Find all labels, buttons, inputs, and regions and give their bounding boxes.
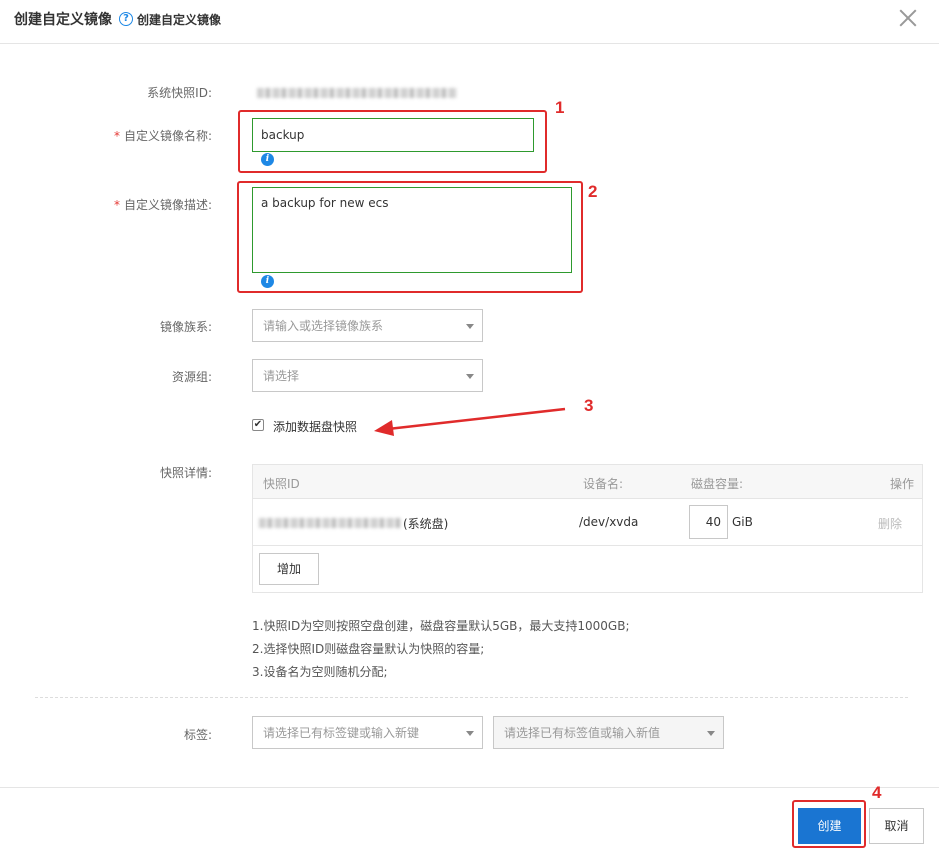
snapshot-id-label: 系统快照ID:: [147, 86, 212, 100]
image-family-placeholder: 请输入或选择镜像族系: [263, 319, 384, 333]
add-data-disk-checkbox[interactable]: ✔: [252, 419, 264, 431]
image-name-label: * 自定义镜像名称:: [114, 127, 212, 144]
tag-key-select[interactable]: 请选择已有标签键或输入新键: [252, 716, 483, 749]
annotation-number-3: 3: [584, 396, 594, 415]
tag-value-select[interactable]: 请选择已有标签值或输入新值: [493, 716, 724, 749]
annotation-box-4: [792, 800, 866, 848]
chevron-down-icon: [466, 323, 474, 329]
snapshot-id-value-redacted: [257, 88, 457, 98]
table-header: 快照ID 设备名: 磁盘容量: 操作: [253, 465, 922, 499]
chevron-down-icon: [466, 730, 474, 736]
column-actions: 操作: [889, 477, 914, 491]
dialog-header: 创建自定义镜像 ? 创建自定义镜像: [0, 0, 939, 44]
resource-group-label: 资源组:: [171, 370, 212, 384]
table-row: (系统盘) /dev/xvda 40 GiB 删除: [253, 500, 922, 546]
snapshot-details-table: 快照ID 设备名: 磁盘容量: 操作 (系统盘) /dev/xvda 40 Gi…: [252, 464, 923, 593]
resource-group-select[interactable]: 请选择: [252, 359, 483, 392]
annotation-box-1: [238, 110, 547, 173]
image-description-label: * 自定义镜像描述:: [114, 196, 212, 213]
column-snapshot-id: 快照ID: [263, 477, 300, 491]
tag-key-placeholder: 请选择已有标签键或输入新键: [263, 726, 420, 740]
image-description-label-text: 自定义镜像描述:: [123, 198, 212, 212]
annotation-number-4: 4: [872, 783, 882, 802]
snapshot-notes: 1.快照ID为空则按照空盘创建，磁盘容量默认5GB，最大支持1000GB; 2.…: [252, 615, 630, 684]
chevron-down-icon: [466, 373, 474, 379]
cancel-button[interactable]: 取消: [869, 808, 924, 844]
annotation-number-1: 1: [555, 98, 565, 117]
help-icon[interactable]: ?: [119, 12, 133, 26]
note-line: 1.快照ID为空则按照空盘创建，磁盘容量默认5GB，最大支持1000GB;: [252, 619, 630, 633]
snapshot-id-redacted: [259, 518, 401, 528]
image-name-label-text: 自定义镜像名称:: [123, 129, 212, 143]
column-device-name: 设备名:: [583, 477, 624, 491]
tags-label: 标签:: [183, 728, 212, 742]
required-mark: *: [113, 198, 120, 212]
device-name-value: /dev/xvda: [579, 515, 639, 529]
column-disk-size: 磁盘容量:: [691, 477, 744, 491]
help-link[interactable]: 创建自定义镜像: [137, 11, 221, 28]
section-divider: [35, 697, 908, 698]
chevron-down-icon: [707, 730, 715, 736]
note-line: 2.选择快照ID则磁盘容量默认为快照的容量;: [252, 642, 485, 656]
annotation-number-2: 2: [588, 182, 598, 201]
add-snapshot-button[interactable]: 增加: [259, 553, 319, 585]
annotation-arrow-3: [374, 407, 566, 436]
annotation-box-2: [237, 181, 583, 293]
tag-value-placeholder: 请选择已有标签值或输入新值: [504, 726, 661, 740]
note-line: 3.设备名为空则随机分配;: [252, 665, 388, 679]
image-family-select[interactable]: 请输入或选择镜像族系: [252, 309, 483, 342]
image-family-label: 镜像族系:: [159, 320, 212, 334]
disk-size-unit: GiB: [732, 515, 753, 529]
add-data-disk-label[interactable]: 添加数据盘快照: [273, 418, 357, 435]
disk-size-input[interactable]: 40: [689, 505, 728, 539]
resource-group-placeholder: 请选择: [263, 369, 300, 383]
close-icon[interactable]: [896, 6, 920, 30]
system-disk-tag: (系统盘): [403, 517, 449, 531]
dialog-title: 创建自定义镜像: [14, 12, 112, 28]
snapshot-details-label: 快照详情:: [159, 466, 212, 480]
delete-row-button[interactable]: 删除: [878, 515, 902, 532]
required-mark: *: [113, 129, 120, 143]
